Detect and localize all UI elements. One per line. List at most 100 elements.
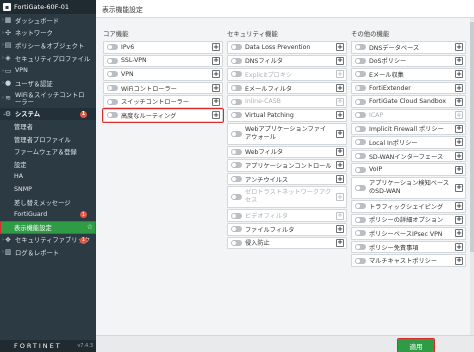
feature-toggle-row[interactable]: IPv6 + xyxy=(103,41,223,54)
toggle-switch[interactable] xyxy=(355,244,366,251)
toggle-switch[interactable] xyxy=(107,98,118,105)
toggle-switch[interactable] xyxy=(355,203,366,210)
sidebar-item-security-fabric[interactable]: › ❖ セキュリティファブリック 1 xyxy=(0,234,96,247)
sidebar-item-security-profile[interactable]: › ◈ セキュリティプロファイル xyxy=(0,52,96,65)
expand-plus-icon[interactable]: + xyxy=(336,70,344,79)
toggle-switch[interactable] xyxy=(355,166,366,173)
toggle-switch[interactable] xyxy=(355,71,366,78)
feature-toggle-row[interactable]: マルチキャストポリシー + xyxy=(351,254,466,267)
expand-plus-icon[interactable]: + xyxy=(336,211,344,220)
expand-plus-icon[interactable]: + xyxy=(336,175,344,184)
toggle-switch[interactable] xyxy=(231,226,242,233)
expand-plus-icon[interactable]: + xyxy=(455,138,463,147)
feature-toggle-row[interactable]: FortiExtender + xyxy=(351,81,466,95)
feature-toggle-row[interactable]: DNSデータベース + xyxy=(351,41,466,54)
expand-plus-icon[interactable]: + xyxy=(455,229,463,238)
feature-toggle-row[interactable]: Local Inポリシー + xyxy=(351,136,466,149)
scrollbar-thumb[interactable] xyxy=(470,22,474,252)
toggle-switch[interactable] xyxy=(355,184,366,191)
toggle-switch[interactable] xyxy=(355,153,366,160)
expand-plus-icon[interactable]: + xyxy=(455,215,463,224)
toggle-switch[interactable] xyxy=(355,44,366,51)
expand-plus-icon[interactable]: + xyxy=(212,43,220,52)
toggle-switch[interactable] xyxy=(107,57,118,64)
feature-toggle-row[interactable]: Inline-CASB + xyxy=(227,95,347,108)
expand-plus-icon[interactable]: + xyxy=(455,256,463,265)
sidebar-subitem-admin-profiles[interactable]: 管理者プロファイル xyxy=(0,133,96,146)
sidebar-item-wifi[interactable]: › ≋ WiFi＆スイッチコントローラー xyxy=(0,90,96,108)
toggle-switch[interactable] xyxy=(355,139,366,146)
feature-toggle-row[interactable]: 高度なルーティング + xyxy=(102,108,224,123)
feature-toggle-row[interactable]: トラフィックシェイピング + xyxy=(351,199,466,213)
feature-toggle-row[interactable]: FortiGate Cloud Sandbox + xyxy=(351,95,466,108)
feature-toggle-row[interactable]: ゼロトラストネットワークアクセス + xyxy=(227,186,347,209)
toggle-switch[interactable] xyxy=(355,98,366,105)
toggle-switch[interactable] xyxy=(107,112,118,119)
expand-plus-icon[interactable]: + xyxy=(212,56,220,65)
apply-button[interactable]: 適用 xyxy=(397,338,435,352)
expand-plus-icon[interactable]: + xyxy=(336,161,344,170)
feature-toggle-row[interactable]: Eメール収集 + xyxy=(351,68,466,81)
expand-plus-icon[interactable]: + xyxy=(455,97,463,106)
sidebar-item-network[interactable]: › ✣ ネットワーク xyxy=(0,27,96,40)
feature-toggle-row[interactable]: スイッチコントローラー + xyxy=(103,95,223,108)
expand-plus-icon[interactable]: + xyxy=(336,193,344,202)
toggle-switch[interactable] xyxy=(107,85,118,92)
sidebar-subitem-feature-visibility[interactable]: 表示機能設定 ☆ xyxy=(0,220,96,234)
sidebar-item-user[interactable]: › ● ユーザ＆認証 xyxy=(0,77,96,90)
toggle-switch[interactable] xyxy=(355,57,366,64)
expand-plus-icon[interactable]: + xyxy=(455,243,463,252)
expand-plus-icon[interactable]: + xyxy=(212,111,220,120)
expand-plus-icon[interactable]: + xyxy=(336,225,344,234)
toggle-switch[interactable] xyxy=(355,230,366,237)
sidebar-subitem-ha[interactable]: HA xyxy=(0,171,96,184)
feature-toggle-row[interactable]: Explicitプロキシ + xyxy=(227,68,347,81)
feature-toggle-row[interactable]: ビデオフィルタ + xyxy=(227,209,347,222)
feature-toggle-row[interactable]: SD-WANインターフェース + xyxy=(351,149,466,163)
device-header[interactable]: ▪ FortiGate-60F-01 xyxy=(0,0,96,14)
expand-plus-icon[interactable]: + xyxy=(336,84,344,93)
toggle-switch[interactable] xyxy=(231,44,242,51)
sidebar-subitem-firmware[interactable]: ファームウェア＆登録 xyxy=(0,145,96,158)
sidebar-subitem-snmp[interactable]: SNMP xyxy=(0,183,96,196)
toggle-switch[interactable] xyxy=(355,85,366,92)
expand-plus-icon[interactable]: + xyxy=(212,70,220,79)
feature-toggle-row[interactable]: Eメールフィルタ + xyxy=(227,81,347,95)
expand-plus-icon[interactable]: + xyxy=(455,165,463,174)
expand-plus-icon[interactable]: + xyxy=(455,183,463,192)
toggle-switch[interactable] xyxy=(231,85,242,92)
feature-toggle-row[interactable]: ポリシーの詳細オプション + xyxy=(351,213,466,227)
expand-plus-icon[interactable]: + xyxy=(336,97,344,106)
feature-toggle-row[interactable]: アンチウイルス + xyxy=(227,172,347,186)
expand-plus-icon[interactable]: + xyxy=(455,111,463,120)
feature-toggle-row[interactable]: ファイルフィルタ + xyxy=(227,222,347,236)
sidebar-item-system[interactable]: ⌄ ⚙ システム 1 xyxy=(0,107,96,121)
toggle-switch[interactable] xyxy=(107,71,118,78)
expand-plus-icon[interactable]: + xyxy=(455,56,463,65)
expand-plus-icon[interactable]: + xyxy=(336,147,344,156)
toggle-switch[interactable] xyxy=(231,162,242,169)
expand-plus-icon[interactable]: + xyxy=(336,129,344,138)
toggle-switch[interactable] xyxy=(231,176,242,183)
toggle-switch[interactable] xyxy=(355,216,366,223)
sidebar-subitem-fortiguard[interactable]: FortiGuard 1 xyxy=(0,208,96,221)
feature-toggle-row[interactable]: WiFiコントローラー + xyxy=(103,81,223,95)
feature-toggle-row[interactable]: ICAP + xyxy=(351,108,466,122)
feature-toggle-row[interactable]: Webアプリケーションファイアウォール + xyxy=(227,122,347,145)
feature-toggle-row[interactable]: VoIP + xyxy=(351,163,466,176)
toggle-switch[interactable] xyxy=(231,148,242,155)
sidebar-item-policy[interactable]: › ▤ ポリシー＆オブジェクト xyxy=(0,39,96,52)
feature-toggle-row[interactable]: アプリケーションコントロール + xyxy=(227,159,347,172)
toggle-switch[interactable] xyxy=(231,57,242,64)
expand-plus-icon[interactable]: + xyxy=(336,43,344,52)
toggle-switch[interactable] xyxy=(231,239,242,246)
feature-toggle-row[interactable]: Virtual Patching + xyxy=(227,108,347,122)
favorite-star-icon[interactable]: ☆ xyxy=(87,223,93,231)
expand-plus-icon[interactable]: + xyxy=(455,124,463,133)
feature-toggle-row[interactable]: 侵入防止 + xyxy=(227,236,347,250)
feature-toggle-row[interactable]: VPN + xyxy=(103,68,223,81)
expand-plus-icon[interactable]: + xyxy=(212,97,220,106)
toggle-switch[interactable] xyxy=(355,257,366,264)
expand-plus-icon[interactable]: + xyxy=(455,43,463,52)
feature-toggle-row[interactable]: ポリシーベースIPsec VPN + xyxy=(351,227,466,240)
